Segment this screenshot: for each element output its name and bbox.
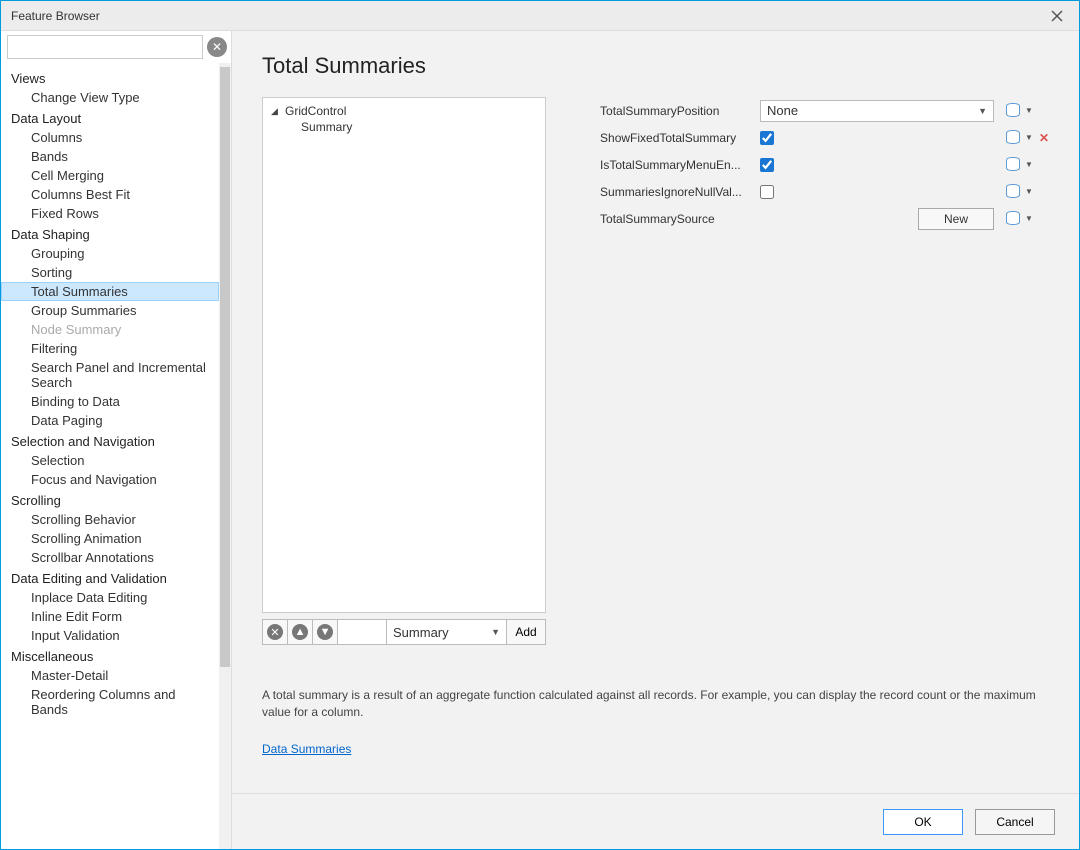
property-label: TotalSummarySource — [600, 212, 752, 226]
feature-browser-window: Feature Browser ✕ ViewsChange View TypeD… — [0, 0, 1080, 850]
property-row: TotalSummaryPosition None▼ ▼ — [600, 97, 1049, 124]
sidebar-item[interactable]: Fixed Rows — [1, 204, 219, 223]
sidebar-item[interactable]: Bands — [1, 147, 219, 166]
feature-description: A total summary is a result of an aggreg… — [262, 687, 1049, 721]
sidebar-item[interactable]: Scrollbar Annotations — [1, 548, 219, 567]
chevron-down-icon[interactable]: ▼ — [1025, 187, 1033, 196]
sidebar-item[interactable]: Reordering Columns and Bands — [1, 685, 219, 719]
sidebar-item[interactable]: Total Summaries — [1, 282, 219, 301]
property-label: ShowFixedTotalSummary — [600, 131, 752, 145]
move-down-button[interactable]: ▼ — [312, 619, 338, 645]
main-panel: Total Summaries ◢ GridControl Summary — [232, 31, 1079, 849]
database-icon[interactable] — [1006, 103, 1020, 119]
feature-tree[interactable]: ViewsChange View TypeData LayoutColumnsB… — [1, 63, 219, 849]
chevron-down-icon[interactable]: ▼ — [1025, 133, 1033, 142]
sidebar-item[interactable]: Focus and Navigation — [1, 470, 219, 489]
sidebar-item[interactable]: Grouping — [1, 244, 219, 263]
move-up-button[interactable]: ▲ — [287, 619, 313, 645]
sidebar-item[interactable]: Filtering — [1, 339, 219, 358]
window-title: Feature Browser — [11, 9, 1045, 23]
property-dropdown[interactable]: None▼ — [760, 100, 994, 122]
property-label: TotalSummaryPosition — [600, 104, 752, 118]
property-value — [760, 185, 994, 199]
sidebar-scrollbar[interactable] — [219, 63, 231, 849]
property-checkbox[interactable] — [760, 158, 774, 172]
clear-search-icon[interactable]: ✕ — [207, 37, 227, 57]
sidebar-item[interactable]: Group Summaries — [1, 301, 219, 320]
sidebar-item[interactable]: Columns Best Fit — [1, 185, 219, 204]
sidebar-category[interactable]: Scrolling — [1, 489, 219, 510]
property-row: TotalSummarySource New ▼ — [600, 205, 1049, 232]
sidebar-category[interactable]: Data Shaping — [1, 223, 219, 244]
property-value — [760, 131, 994, 145]
sidebar: ✕ ViewsChange View TypeData LayoutColumn… — [1, 31, 232, 849]
property-row: ShowFixedTotalSummary ▼ ✕ — [600, 124, 1049, 151]
chevron-down-icon[interactable]: ▼ — [1025, 160, 1033, 169]
new-button[interactable]: New — [918, 208, 994, 230]
sidebar-item[interactable]: Search Panel and Incremental Search — [1, 358, 219, 392]
sidebar-category[interactable]: Data Layout — [1, 107, 219, 128]
toolbar-type-dropdown[interactable]: Summary ▼ — [386, 619, 507, 645]
sidebar-item: Node Summary — [1, 320, 219, 339]
add-button[interactable]: Add — [506, 619, 546, 645]
property-label: IsTotalSummaryMenuEn... — [600, 158, 752, 172]
control-tree[interactable]: ◢ GridControl Summary — [262, 97, 546, 613]
sidebar-item[interactable]: Master-Detail — [1, 666, 219, 685]
sidebar-item[interactable]: Binding to Data — [1, 392, 219, 411]
summary-toolbar: ✕ ▲ ▼ Summary ▼ Add — [262, 619, 546, 645]
close-icon[interactable] — [1045, 4, 1069, 28]
sidebar-category[interactable]: Data Editing and Validation — [1, 567, 219, 588]
property-checkbox[interactable] — [760, 131, 774, 145]
dialog-footer: OK Cancel — [232, 793, 1079, 849]
chevron-down-icon[interactable]: ▼ — [1025, 214, 1033, 223]
sidebar-item[interactable]: Input Validation — [1, 626, 219, 645]
reset-icon[interactable]: ✕ — [1039, 131, 1049, 145]
data-summaries-link[interactable]: Data Summaries — [262, 742, 351, 756]
sidebar-item[interactable]: Change View Type — [1, 88, 219, 107]
sidebar-category[interactable]: Miscellaneous — [1, 645, 219, 666]
chevron-down-icon[interactable]: ▼ — [1025, 106, 1033, 115]
sidebar-scrollbar-thumb[interactable] — [220, 67, 230, 667]
property-value: New — [760, 208, 994, 230]
sidebar-category[interactable]: Views — [1, 67, 219, 88]
chevron-down-icon: ▼ — [491, 627, 500, 637]
sidebar-item[interactable]: Scrolling Animation — [1, 529, 219, 548]
database-icon[interactable] — [1006, 157, 1020, 173]
sidebar-item[interactable]: Columns — [1, 128, 219, 147]
property-row: SummariesIgnoreNullVal... ▼ — [600, 178, 1049, 205]
collapse-icon[interactable]: ◢ — [271, 106, 281, 117]
sidebar-item[interactable]: Selection — [1, 451, 219, 470]
sidebar-item[interactable]: Cell Merging — [1, 166, 219, 185]
sidebar-category[interactable]: Selection and Navigation — [1, 430, 219, 451]
tree-node-root[interactable]: ◢ GridControl — [271, 104, 537, 118]
cancel-button[interactable]: Cancel — [975, 809, 1055, 835]
page-title: Total Summaries — [262, 53, 1049, 79]
property-value — [760, 158, 994, 172]
remove-button[interactable]: ✕ — [262, 619, 288, 645]
sidebar-item[interactable]: Inplace Data Editing — [1, 588, 219, 607]
titlebar: Feature Browser — [1, 1, 1079, 31]
database-icon[interactable] — [1006, 184, 1020, 200]
ok-button[interactable]: OK — [883, 809, 963, 835]
sidebar-item[interactable]: Inline Edit Form — [1, 607, 219, 626]
property-checkbox[interactable] — [760, 185, 774, 199]
sidebar-item[interactable]: Scrolling Behavior — [1, 510, 219, 529]
search-input[interactable] — [7, 35, 203, 59]
sidebar-item[interactable]: Data Paging — [1, 411, 219, 430]
property-value: None▼ — [760, 100, 994, 122]
database-icon[interactable] — [1006, 130, 1020, 146]
database-icon[interactable] — [1006, 211, 1020, 227]
property-row: IsTotalSummaryMenuEn... ▼ — [600, 151, 1049, 178]
toolbar-field[interactable] — [337, 619, 387, 645]
sidebar-item[interactable]: Sorting — [1, 263, 219, 282]
property-grid: TotalSummaryPositionNone▼▼ShowFixedTotal… — [600, 97, 1049, 645]
tree-node-child[interactable]: Summary — [271, 120, 537, 134]
property-label: SummariesIgnoreNullVal... — [600, 185, 752, 199]
